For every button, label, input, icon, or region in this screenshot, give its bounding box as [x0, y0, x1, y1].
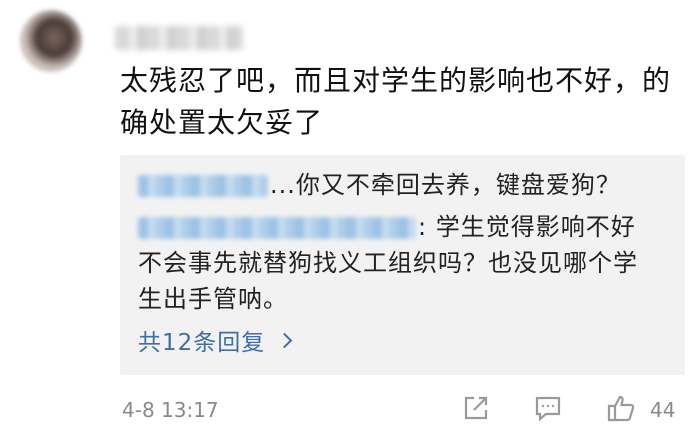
reply-author-blurred[interactable] — [138, 175, 268, 197]
like-button[interactable] — [605, 392, 637, 424]
share-icon — [464, 396, 488, 420]
reply-text: ...你又不牵回去养，键盘爱狗？ — [270, 171, 621, 199]
reply-box: ...你又不牵回去养，键盘爱狗？ : 学生觉得影响不好 不会事先就替狗找义工组织… — [120, 155, 685, 375]
reply-author-blurred[interactable] — [138, 217, 416, 239]
username-blurred[interactable] — [115, 26, 243, 50]
chevron-right-icon — [277, 332, 293, 348]
more-replies-link[interactable]: 共12条回复 — [138, 323, 293, 357]
reply-item[interactable]: ...你又不牵回去养，键盘爱狗？ — [138, 167, 658, 203]
comment-text: 太残忍了吧，而且对学生的影响也不好，的确处置太欠妥了 — [120, 64, 672, 139]
timestamp: 4-8 13:17 — [122, 398, 219, 422]
comment-button[interactable] — [532, 392, 564, 424]
reply-item[interactable]: : 学生觉得影响不好 不会事先就替狗找义工组织吗？也没见哪个学生出手管呐。 — [138, 209, 658, 317]
comment-icon — [535, 396, 561, 422]
like-count: 44 — [650, 398, 676, 422]
more-replies-label: 共12条回复 — [138, 330, 266, 356]
avatar[interactable] — [20, 10, 82, 72]
like-icon — [607, 395, 635, 422]
share-button[interactable] — [460, 392, 492, 424]
